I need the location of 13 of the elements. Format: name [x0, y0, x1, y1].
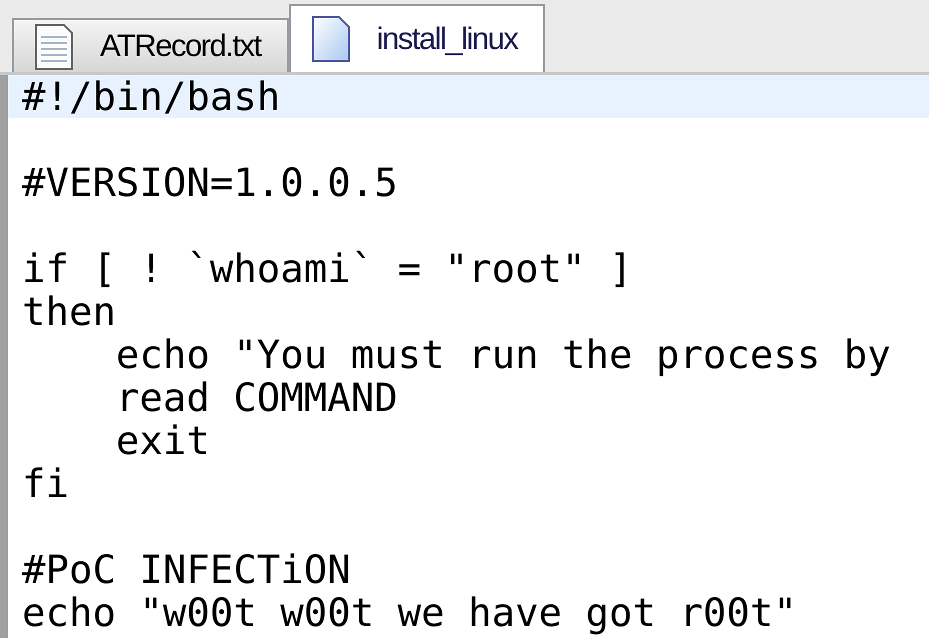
- code-line: #PoC INFECTiON: [21, 548, 352, 591]
- text-file-icon: [34, 21, 74, 71]
- code-line: fi: [21, 462, 70, 505]
- code-line: read COMMAND: [114, 376, 399, 419]
- document-icon: [310, 15, 351, 63]
- code-line: echo "w00t w00t we have got r00t": [21, 591, 798, 634]
- code-line: echo "You must run the process by: [114, 333, 892, 376]
- code-line: exit: [114, 419, 211, 462]
- file-tab[interactable]: ATRecord.txt: [12, 18, 289, 72]
- code-line: if [ ! `whoami` = "root" ]: [21, 247, 634, 290]
- code-line: #VERSION=1.0.0.5: [21, 161, 399, 204]
- code-line: then: [21, 290, 117, 333]
- file-tab[interactable]: install_linux: [288, 4, 546, 72]
